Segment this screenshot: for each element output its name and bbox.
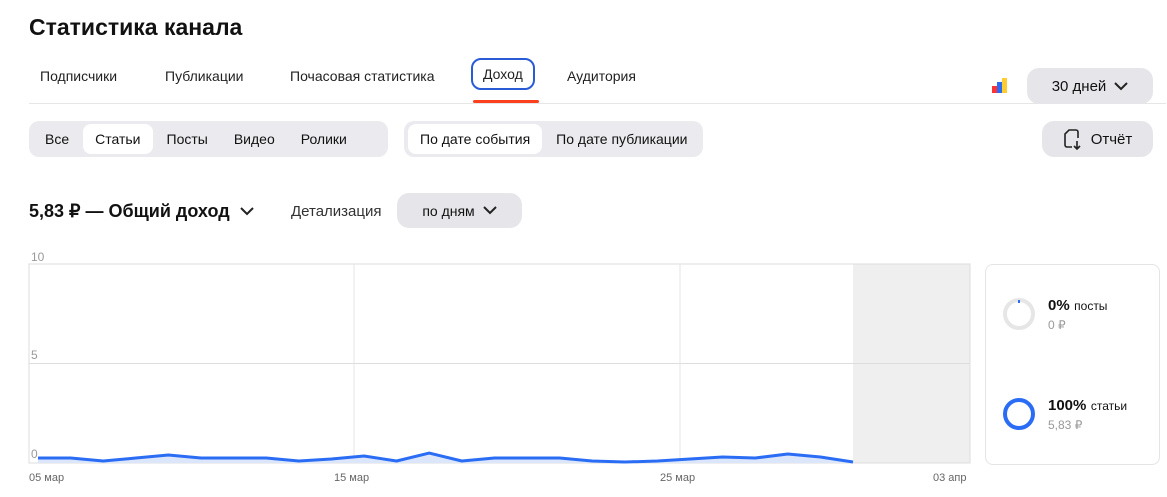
- x-tick: 25 мар: [660, 472, 696, 484]
- articles-label: статьи: [1090, 399, 1128, 413]
- period-label: 30 дней: [1051, 77, 1107, 95]
- report-label: Отчёт: [1090, 130, 1133, 148]
- posts-label: посты: [1074, 299, 1108, 313]
- document-download-icon: [1063, 129, 1081, 150]
- breakdown-panel: 0% посты 0 ₽ 100% статьи 5,83 ₽: [985, 264, 1160, 465]
- chart-logo-icon: [992, 78, 1007, 93]
- articles-amount: 5,83 ₽: [1048, 418, 1083, 432]
- breakdown-posts: 0% посты 0 ₽: [1002, 297, 1107, 332]
- x-tick: 05 мар: [29, 472, 65, 484]
- articles-percent: 100%: [1048, 397, 1087, 414]
- donut-icon: [1003, 398, 1035, 430]
- x-tick: 15 мар: [334, 472, 370, 484]
- income-chart: [28, 263, 971, 464]
- donut-icon: [1003, 298, 1035, 330]
- posts-percent: 0%: [1048, 297, 1070, 314]
- period-select[interactable]: 30 дней: [1027, 68, 1153, 104]
- breakdown-articles: 100% статьи 5,83 ₽: [1002, 397, 1127, 432]
- x-tick: 03 апр: [933, 472, 967, 484]
- chevron-down-icon: [1114, 81, 1129, 90]
- report-button[interactable]: Отчёт: [1042, 121, 1153, 157]
- posts-amount: 0 ₽: [1048, 318, 1066, 332]
